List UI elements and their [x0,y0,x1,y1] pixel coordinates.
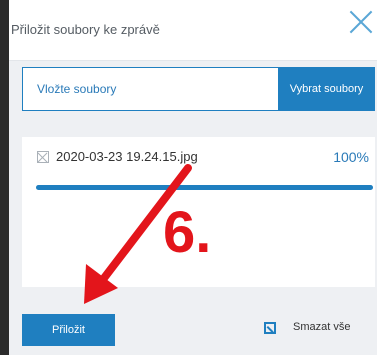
attach-files-dialog: Přiložit soubory ke zprávě Vložte soubor… [9,0,377,355]
file-drop-field[interactable]: Vložte soubory Vybrat soubory [22,67,375,111]
dialog-title: Přiložit soubory ke zprávě [11,22,160,37]
clear-all-label: Smazat vše [293,321,351,333]
attach-button[interactable]: Přiložit [22,314,115,346]
file-name: 2020-03-23 19.24.15.jpg [56,149,198,164]
close-icon[interactable] [348,9,374,35]
remove-file-icon[interactable] [37,151,49,163]
file-progress-bar [36,185,373,190]
step-label: 6. [163,200,212,265]
file-drop-placeholder: Vložte soubory [37,82,117,96]
choose-files-button[interactable]: Vybrat soubory [278,67,375,111]
dialog-header: Přiložit soubory ke zprávě [9,0,377,61]
file-progress-fill [36,185,373,190]
file-progress-text: 100% [333,149,369,165]
clear-icon [264,322,276,334]
